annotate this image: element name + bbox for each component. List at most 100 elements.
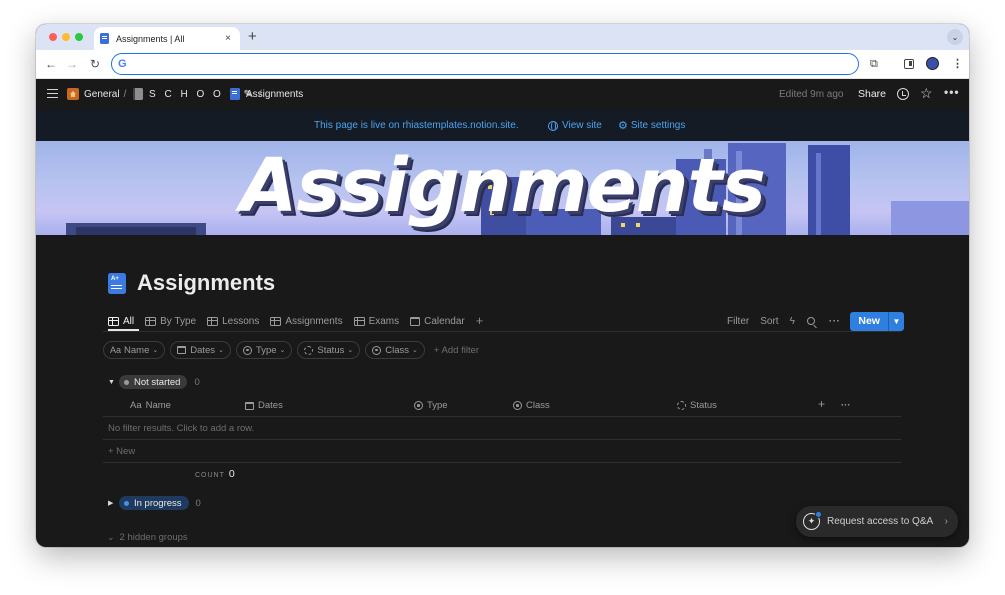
extensions-icon[interactable]: ⧉ — [870, 57, 878, 71]
filter-chip-name[interactable]: Aa Name ⌄ — [103, 341, 166, 359]
share-button[interactable]: Share — [858, 88, 886, 100]
column-label: Status — [690, 400, 717, 411]
add-filter-button[interactable]: + Add filter — [434, 345, 479, 356]
status-badge[interactable]: In progress — [119, 496, 189, 510]
calendar-icon — [245, 401, 254, 410]
select-property-icon — [372, 345, 382, 355]
filter-chip-class[interactable]: Class ⌄ — [365, 341, 425, 359]
column-header-class[interactable]: Class — [513, 400, 550, 411]
filter-label: Type — [255, 344, 277, 356]
browser-window: Assignments | All × + ⌄ ← → ↻ G ⧉ ⋮ Gene… — [36, 24, 969, 547]
collapse-toggle-icon[interactable]: ▼ — [108, 379, 119, 386]
status-label: Not started — [134, 376, 181, 388]
more-options-icon[interactable]: ··· — [829, 316, 841, 327]
filter-label: Name — [124, 344, 150, 356]
profile-avatar[interactable] — [926, 57, 939, 70]
filter-button[interactable]: Filter — [727, 316, 749, 327]
status-label: In progress — [134, 497, 182, 509]
column-header-status[interactable]: Status — [677, 400, 717, 411]
filter-chip-type[interactable]: Type ⌄ — [235, 341, 293, 359]
filter-label: Status — [317, 344, 345, 356]
minimize-window-button[interactable] — [62, 33, 70, 41]
column-header-name[interactable]: Aa Name — [130, 400, 171, 411]
side-panel-icon[interactable] — [904, 59, 914, 69]
hidden-groups-toggle[interactable]: ⌄ 2 hidden groups — [107, 532, 188, 543]
new-dropdown-chevron-icon[interactable]: ▼ — [887, 311, 904, 331]
request-qa-access-button[interactable]: ✦ Request access to Q&A › — [796, 506, 958, 537]
history-clock-icon[interactable] — [897, 88, 909, 100]
back-button[interactable]: ← — [45, 56, 57, 72]
page-favicon-icon — [100, 33, 109, 44]
group-header-in-progress: ▶ In progress 0 — [108, 496, 201, 510]
close-window-button[interactable] — [49, 33, 57, 41]
browser-menu-icon[interactable]: ⋮ — [952, 57, 963, 71]
column-header-dates[interactable]: Dates — [245, 400, 283, 411]
sort-button[interactable]: Sort — [760, 316, 778, 327]
status-dot-icon — [124, 500, 129, 506]
column-header-type[interactable]: Type — [414, 400, 448, 411]
add-property-button[interactable]: + — [818, 397, 825, 411]
new-tab-button[interactable]: + — [248, 28, 257, 46]
view-tab-label: By Type — [160, 315, 197, 327]
page-title[interactable]: Assignments — [137, 270, 275, 296]
automation-bolt-icon[interactable]: ϟ — [790, 316, 795, 327]
view-tab-label: All — [123, 315, 135, 327]
hidden-groups-label: 2 hidden groups — [119, 532, 188, 543]
search-icon[interactable] — [806, 317, 815, 325]
empty-results-row[interactable]: No filter results. Click to add a row. — [103, 417, 901, 440]
browser-tab-active[interactable]: Assignments | All × — [94, 27, 240, 50]
more-options-icon[interactable]: ••• — [944, 85, 960, 99]
view-tab-label: Exams — [368, 315, 400, 327]
views-divider — [103, 331, 901, 332]
view-site-label: View site — [562, 120, 602, 131]
calculation-count[interactable]: COUNT 0 — [195, 468, 235, 480]
filter-chip-dates[interactable]: Dates ⌄ — [170, 341, 231, 359]
status-property-icon — [677, 401, 686, 410]
more-options-icon[interactable]: ··· — [841, 400, 851, 411]
group-count: 0 — [195, 497, 201, 509]
sparkle-glyph: ✦ — [807, 516, 816, 526]
view-site-link[interactable]: View site — [548, 120, 602, 131]
tab-assignments[interactable]: Assignments — [270, 316, 343, 327]
new-button[interactable]: New — [850, 312, 888, 331]
group-count: 0 — [194, 376, 200, 388]
hamburger-menu-icon[interactable] — [47, 89, 58, 98]
live-notice: This page is live on rhiastemplates.noti… — [314, 120, 519, 131]
favorite-star-icon[interactable]: ☆ — [920, 85, 933, 101]
tab-lessons[interactable]: Lessons — [207, 316, 259, 327]
address-bar[interactable]: G — [111, 53, 859, 75]
filter-label: Dates — [190, 344, 216, 356]
tab-search-button[interactable]: ⌄ — [947, 29, 963, 45]
add-view-button[interactable]: + — [476, 314, 484, 328]
reload-button[interactable]: ↻ — [90, 56, 100, 72]
page-cover-image[interactable]: Assignments — [36, 141, 969, 235]
tab-calendar[interactable]: Calendar — [410, 316, 465, 327]
assignment-page-icon[interactable] — [108, 272, 126, 294]
google-icon: G — [118, 58, 127, 70]
tab-exams[interactable]: Exams — [353, 315, 400, 327]
chevron-down-icon: ⌄ — [218, 347, 224, 354]
breadcrumb-assignments[interactable]: Assignments — [230, 88, 303, 100]
tab-all[interactable]: All — [108, 316, 134, 327]
expand-toggle-icon[interactable]: ▶ — [108, 499, 119, 507]
maximize-window-button[interactable] — [75, 33, 83, 41]
table-header-row: Aa Name Dates Type Class Status + ··· — [103, 395, 901, 417]
view-tab-label: Lessons — [222, 315, 260, 327]
view-tab-label: Calendar — [424, 315, 465, 327]
notebook-icon — [133, 88, 143, 100]
status-property-icon — [304, 345, 314, 355]
breadcrumb-label: Assignments — [246, 88, 304, 100]
site-settings-link[interactable]: ⚙ Site settings — [618, 120, 685, 131]
breadcrumb-label: General — [84, 88, 120, 100]
status-badge[interactable]: Not started — [119, 375, 188, 389]
calendar-icon — [177, 346, 187, 354]
forward-button[interactable]: → — [66, 56, 78, 72]
tab-by-type[interactable]: By Type — [145, 316, 196, 327]
tab-close-icon[interactable]: × — [222, 33, 234, 44]
calendar-icon — [410, 316, 421, 326]
breadcrumb-general[interactable]: General / — [67, 88, 130, 100]
filter-chip-status[interactable]: Status ⌄ — [297, 341, 361, 359]
database-view-tabs: All By Type Lessons Assignments Exams Ca… — [108, 313, 483, 329]
new-row-button[interactable]: + New — [103, 440, 901, 463]
address-input[interactable] — [132, 55, 858, 73]
